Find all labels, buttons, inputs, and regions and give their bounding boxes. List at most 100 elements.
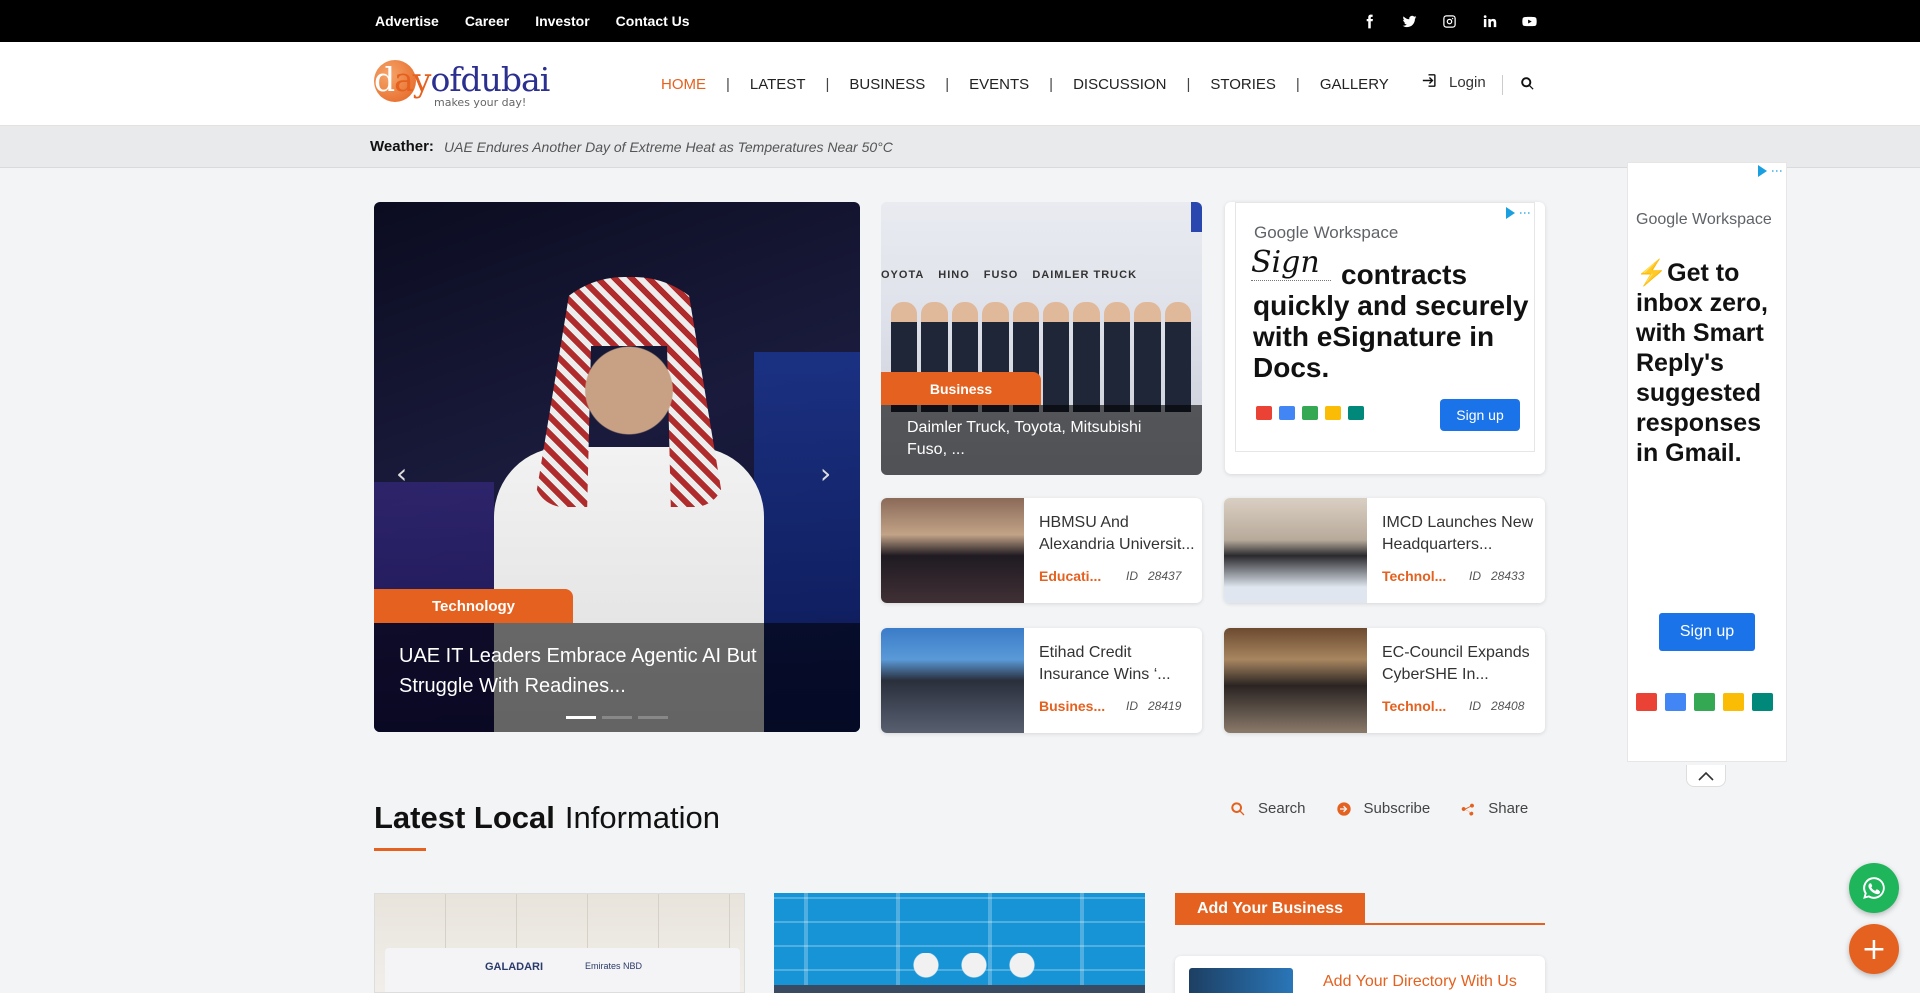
nav-separator: | [1049,75,1054,93]
site-header: dayofdubai makes your day! HOME | LATEST |… [0,42,1920,126]
latest-card[interactable]: GALADARI Emirates NBD [374,893,745,993]
facebook-icon[interactable] [1360,12,1378,30]
weather-label: Weather: [370,138,434,155]
news-id: ID 28408 [1469,699,1525,713]
weather-headline[interactable]: UAE Endures Another Day of Extreme Heat … [444,139,893,155]
linkedin-icon[interactable] [1480,12,1498,30]
nav-separator: | [1295,75,1300,93]
news-title[interactable]: HBMSU And Alexandria Universit... [1039,512,1199,556]
workspace-app-icons [1256,406,1364,420]
main-nav: HOME | LATEST | BUSINESS | EVENTS | DISCUSSI… [661,42,1389,126]
contact-us-link[interactable]: Contact Us [616,13,690,29]
twitter-icon[interactable] [1400,12,1418,30]
news-card[interactable]: EC-Council Expands CyberSHE In... Techno… [1224,628,1545,733]
directory-title[interactable]: Add Your Directory With Us [1323,973,1517,991]
nav-latest[interactable]: LATEST [750,76,806,93]
search-icon[interactable] [1520,76,1536,92]
ad-creative[interactable]: ⋮ Google Workspace Sign contracts quickl… [1235,202,1535,452]
slider-dot[interactable] [638,716,668,719]
news-card[interactable]: Etihad Credit Insurance Wins ‘... Busine… [881,628,1202,733]
slide-title[interactable]: UAE IT Leaders Embrace Agentic AI But St… [399,641,819,701]
ad-headline: contracts quickly and securely with eSig… [1253,259,1529,383]
investor-link[interactable]: Investor [535,13,589,29]
nav-events[interactable]: EVENTS [969,76,1029,93]
drive-icon [1302,406,1318,420]
sign-in-icon [1420,72,1437,93]
keep-icon [1723,693,1744,711]
slider-prev-icon[interactable]: ‹ [396,457,407,490]
featured-category-badge[interactable]: Business [881,372,1041,405]
slide-category-badge[interactable]: Technology [374,589,573,623]
adchoices-icon[interactable]: ⋮ [1506,207,1532,219]
section-share-button[interactable]: Share [1460,800,1528,817]
google-workspace-logo: Google Workspace [1254,223,1399,242]
news-thumbnail [881,498,1024,603]
directory-card[interactable]: Add Your Directory With Us [1175,956,1545,993]
logo-tagline: makes your day! [434,96,527,109]
section-search-button[interactable]: Search [1230,800,1306,817]
news-title[interactable]: EC-Council Expands CyberSHE In... [1382,642,1542,686]
news-category[interactable]: Technol... [1382,698,1446,714]
featured-card[interactable]: OYOTA HINO FUSO DAIMLER TRUCK Business D… [881,202,1202,475]
drive-icon [1694,693,1715,711]
slider-dot[interactable] [602,716,632,719]
login-button[interactable]: Login [1420,72,1486,93]
meet-icon [1348,406,1364,420]
social-links [1360,0,1538,42]
news-card[interactable]: IMCD Launches New Headquarters... Techno… [1224,498,1545,603]
youtube-icon[interactable] [1520,12,1538,30]
nav-home[interactable]: HOME [661,76,706,93]
nav-separator: | [726,75,730,93]
add-business-header: Add Your Business [1175,893,1545,925]
top-bar: Advertise Career Investor Contact Us [0,0,1920,42]
nav-discussion[interactable]: DISCUSSION [1073,76,1166,93]
featured-title[interactable]: Daimler Truck, Toyota, Mitsubishi Fuso, … [907,417,1177,461]
ad-signup-button[interactable]: Sign up [1440,399,1520,431]
directory-thumbnail [1189,968,1293,993]
nav-separator: | [825,75,830,93]
nav-business[interactable]: BUSINESS [849,76,925,93]
add-business-tab[interactable]: Add Your Business [1175,893,1365,924]
news-title[interactable]: Etihad Credit Insurance Wins ‘... [1039,642,1199,686]
top-links: Advertise Career Investor Contact Us [375,0,690,42]
latest-card[interactable] [774,893,1145,993]
search-icon [1231,801,1245,815]
career-link[interactable]: Career [465,13,509,29]
lightning-icon: ⚡ [1636,259,1668,287]
side-advertisement[interactable]: ⋮ Google Workspace ⚡Get to inbox zero, w… [1627,162,1787,762]
section-title: Latest Local Information [374,800,720,835]
add-fab-button[interactable]: + [1849,924,1899,974]
hero-slider[interactable]: ‹ › Technology UAE IT Leaders Embrace Ag… [374,202,860,732]
advertisement-box[interactable]: ⋮ Google Workspace Sign contracts quickl… [1225,202,1545,474]
news-title[interactable]: IMCD Launches New Headquarters... [1382,512,1542,556]
meet-icon [1752,693,1773,711]
whatsapp-button[interactable] [1849,863,1899,913]
featured-caption: Daimler Truck, Toyota, Mitsubishi Fuso, … [881,405,1202,475]
adchoices-icon[interactable]: ⋮ [1758,165,1784,177]
logo-wordmark: dayofdubai [374,60,550,99]
nav-separator: | [945,75,950,93]
calendar-icon [1665,693,1686,711]
section-underline [374,848,426,851]
galadari-logo: GALADARI [485,961,544,973]
nav-stories[interactable]: STORIES [1210,76,1276,93]
news-category[interactable]: Busines... [1039,698,1105,714]
site-logo[interactable]: dayofdubai makes your day! [374,56,554,112]
instagram-icon[interactable] [1440,12,1458,30]
news-id: ID 28419 [1126,699,1182,713]
section-subscribe-button[interactable]: Subscribe [1336,800,1430,817]
news-thumbnail [881,628,1024,733]
gmail-icon [1636,693,1657,711]
section-tools: Search Subscribe Share [1230,800,1528,817]
ad-collapse-button[interactable] [1686,765,1726,787]
slider-next-icon[interactable]: › [820,457,831,490]
nav-gallery[interactable]: GALLERY [1320,76,1389,93]
slider-dots [566,716,668,719]
slider-dot[interactable] [566,716,596,719]
news-category[interactable]: Technol... [1382,568,1446,584]
arrow-circle-right-icon [1336,801,1351,816]
news-card[interactable]: HBMSU And Alexandria Universit... Educat… [881,498,1202,603]
side-ad-signup-button[interactable]: Sign up [1659,613,1755,651]
advertise-link[interactable]: Advertise [375,13,439,29]
news-category[interactable]: Educati... [1039,568,1101,584]
